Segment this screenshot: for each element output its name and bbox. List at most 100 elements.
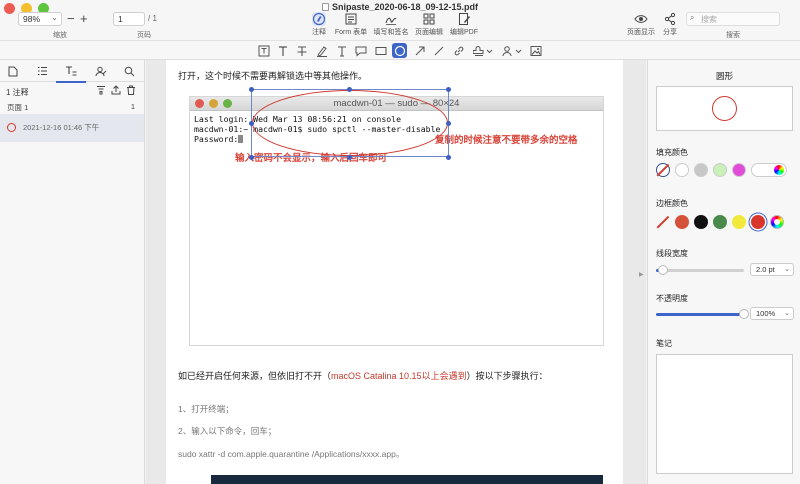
trash-icon[interactable] <box>126 85 136 95</box>
page-group-row[interactable]: 页面 1 1 <box>0 99 144 114</box>
image-icon <box>530 45 541 56</box>
doc-paragraph-2: 如已经开启任何来源，但依旧打不开（macOS Catalina 10.15以上会… <box>178 371 548 381</box>
ellipse-tool[interactable] <box>392 43 407 58</box>
share-icon <box>664 12 676 26</box>
tool-form[interactable]: Form 表单 <box>334 12 368 37</box>
export-icon[interactable] <box>111 85 121 95</box>
text-box-tool[interactable] <box>256 43 271 58</box>
grid-icon <box>423 13 435 25</box>
shape-preview <box>656 86 793 131</box>
signature-icon <box>385 17 397 25</box>
fill-swatch[interactable] <box>732 163 746 177</box>
tool-annotate[interactable]: 注释 <box>309 12 329 37</box>
border-color-swatches <box>656 215 784 229</box>
strikethrough-tool[interactable] <box>294 43 309 58</box>
border-swatch[interactable] <box>713 215 727 229</box>
share-button[interactable]: 分享 <box>661 12 679 37</box>
fill-swatch[interactable] <box>694 163 708 177</box>
resize-handle[interactable] <box>446 121 451 126</box>
sidebar-tabs <box>0 60 144 83</box>
circle-icon <box>394 45 405 56</box>
tab-outline[interactable] <box>35 64 49 78</box>
document-icon <box>321 3 329 11</box>
notes-label: 笔记 <box>656 339 672 348</box>
collapse-right-icon[interactable]: ▶ <box>639 271 644 278</box>
rectangle-tool[interactable] <box>373 43 388 58</box>
resize-handle[interactable] <box>347 87 352 92</box>
text-tool[interactable] <box>275 43 290 58</box>
pdf-page: 打开，这个时候不需要再解锁选中等其他操作。 macdwn-01 — sudo —… <box>166 60 623 484</box>
fill-custom-color-button[interactable] <box>751 163 787 177</box>
page-total: / 1 <box>148 14 157 23</box>
opacity-slider[interactable] <box>656 309 749 319</box>
resize-handle[interactable] <box>249 121 254 126</box>
resize-handle[interactable] <box>249 87 254 92</box>
search-icon <box>124 66 134 76</box>
arrow-icon <box>415 46 424 55</box>
border-swatch[interactable] <box>694 215 708 229</box>
tab-thumbnails[interactable] <box>6 64 20 78</box>
document-viewport[interactable]: 打开，这个时候不需要再解锁选中等其他操作。 macdwn-01 — sudo —… <box>146 60 646 484</box>
signature-tool[interactable] <box>501 43 523 58</box>
stamp-tool[interactable] <box>472 43 494 58</box>
page-number-input[interactable]: 1 <box>113 12 145 26</box>
comment-icon <box>355 46 366 57</box>
border-swatch[interactable] <box>675 215 689 229</box>
list-icon <box>37 67 47 75</box>
slider-knob[interactable] <box>739 309 749 319</box>
fill-color-label: 填充颜色 <box>656 148 688 157</box>
resize-handle[interactable] <box>446 155 451 160</box>
resize-handle[interactable] <box>347 155 352 160</box>
fill-swatch[interactable] <box>713 163 727 177</box>
slider-fill <box>656 313 744 316</box>
tab-search[interactable] <box>122 64 136 78</box>
search-label: 搜索 <box>726 32 740 39</box>
fill-swatch[interactable] <box>675 163 689 177</box>
tool-fill-sign[interactable]: 填写和签名 <box>373 12 409 37</box>
line-width-slider[interactable] <box>656 265 744 275</box>
border-swatch[interactable] <box>732 215 746 229</box>
form-icon <box>345 13 357 25</box>
search-input[interactable]: ⌕ 搜索 <box>686 12 780 26</box>
window-title: Snipaste_2020-06-18_09-12-15.pdf <box>0 2 800 12</box>
annotate-icon <box>312 12 326 26</box>
arrow-tool[interactable] <box>412 43 427 58</box>
typewriter-tool[interactable] <box>334 43 349 58</box>
tab-annotations[interactable] <box>56 64 86 83</box>
zoom-out-button[interactable]: − <box>67 11 75 26</box>
edit-pdf-icon <box>459 13 470 25</box>
notes-textarea[interactable] <box>656 354 793 474</box>
view-mode-button[interactable]: 页面显示 <box>626 12 656 37</box>
slider-knob[interactable] <box>658 265 669 275</box>
tool-page-edit[interactable]: 页面编辑 <box>414 12 444 37</box>
tool-edit-pdf[interactable]: 编辑PDF <box>449 12 479 37</box>
border-custom-color-button[interactable] <box>770 215 784 229</box>
strikethrough-icon <box>297 45 306 56</box>
note-tool[interactable] <box>353 43 368 58</box>
zoom-in-button[interactable]: + <box>80 11 88 26</box>
image-tool[interactable] <box>528 43 543 58</box>
stamp-icon <box>473 45 493 56</box>
panel-title: 圆形 <box>715 71 733 81</box>
fill-swatch-none[interactable] <box>656 163 670 177</box>
resize-handle[interactable] <box>249 155 254 160</box>
resize-handle[interactable] <box>446 87 451 92</box>
border-swatch-none[interactable] <box>656 215 670 229</box>
filter-icon[interactable] <box>96 85 106 95</box>
line-width-select[interactable]: 2.0 pt ⌄ <box>750 263 794 276</box>
border-swatch-selected[interactable] <box>751 215 765 229</box>
annotation-item[interactable]: 2021-12-16 01:46 下午 <box>0 114 144 142</box>
pen-tool[interactable] <box>314 43 329 58</box>
screenshot-image <box>211 475 603 484</box>
zoom-select[interactable]: 98% ⌄ <box>18 12 62 26</box>
doc-step-2: 2、输入以下命令，回车； <box>178 426 277 436</box>
doc-command: sudo xattr -d com.apple.quarantine /Appl… <box>178 449 405 459</box>
line-tool[interactable] <box>431 43 446 58</box>
top-toolbar: Snipaste_2020-06-18_09-12-15.pdf 98% ⌄ −… <box>0 0 800 40</box>
link-icon <box>454 46 463 55</box>
tab-signatures[interactable] <box>94 64 108 78</box>
border-color-label: 边框颜色 <box>656 199 688 208</box>
text-icon <box>278 45 287 56</box>
opacity-select[interactable]: 100% ⌄ <box>750 307 794 320</box>
link-tool[interactable] <box>451 43 466 58</box>
